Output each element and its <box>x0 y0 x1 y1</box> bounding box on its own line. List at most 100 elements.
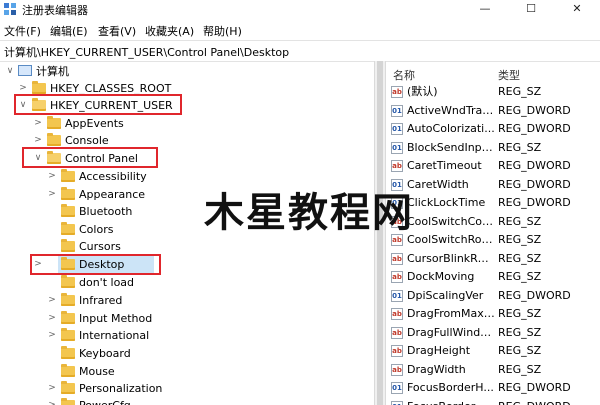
folder-icon <box>61 311 75 324</box>
table-row[interactable]: ab DragWidth REG_SZ <box>385 361 600 379</box>
column-header-name[interactable]: 名称 <box>393 67 415 83</box>
address-bar[interactable]: 计算机\HKEY_CURRENT_USER\Control Panel\Desk… <box>0 40 600 62</box>
folder-icon <box>61 187 75 200</box>
menu-edit[interactable]: 编辑(E) <box>50 23 88 39</box>
value-type: REG_SZ <box>498 85 542 98</box>
value-type: REG_SZ <box>498 270 542 283</box>
table-row[interactable]: 01 ActiveWndTrac... REG_DWORD <box>385 102 600 120</box>
table-row[interactable]: 01 ClickLockTime REG_DWORD <box>385 194 600 212</box>
table-row[interactable]: ab CursorBlinkRate REG_SZ <box>385 250 600 268</box>
string-value-icon: ab <box>391 252 403 265</box>
maximize-button[interactable]: ☐ <box>508 0 554 18</box>
menu-favorites[interactable]: 收藏夹(A) <box>145 23 194 39</box>
tree-item-appevents[interactable]: > AppEvents <box>0 115 374 132</box>
tree-item-label: International <box>79 329 150 342</box>
folder-icon <box>61 204 75 217</box>
window-title: 注册表编辑器 <box>22 4 88 17</box>
folder-icon <box>61 293 75 306</box>
menu-bar: 文件(F) 编辑(E) 查看(V) 收藏夹(A) 帮助(H) <box>0 20 600 38</box>
expand-arrow-icon[interactable]: > <box>47 380 57 397</box>
expand-arrow-icon[interactable]: > <box>47 186 57 203</box>
table-row[interactable]: 01 AutoColorizati... REG_DWORD <box>385 120 600 138</box>
tree-item-label: Bluetooth <box>79 205 133 218</box>
tree-item-computer[interactable]: ∨ 计算机 <box>0 63 374 80</box>
menu-help[interactable]: 帮助(H) <box>203 23 242 39</box>
table-row[interactable]: ab DragFromMaxi... REG_SZ <box>385 305 600 323</box>
binary-value-icon: 01 <box>391 289 403 302</box>
expand-arrow-icon[interactable]: > <box>47 310 57 327</box>
binary-value-icon: 01 <box>391 141 403 154</box>
collapse-arrow-icon[interactable]: ∨ <box>5 63 15 80</box>
expand-arrow-icon[interactable]: > <box>47 397 57 405</box>
tree-item-infrared[interactable]: > Infrared <box>0 292 374 309</box>
tree-item-powercfg[interactable]: > PowerCfg <box>0 397 374 405</box>
table-row[interactable]: ab CaretTimeout REG_DWORD <box>385 157 600 175</box>
tree-item-label: Colors <box>79 223 114 236</box>
value-type: REG_SZ <box>498 251 542 265</box>
table-row[interactable]: ab (默认) REG_SZ <box>385 83 600 101</box>
folder-icon <box>32 81 46 94</box>
title-bar: 注册表编辑器 — ☐ ✕ <box>0 0 600 18</box>
string-value-icon: ab <box>391 271 403 283</box>
tree-item-keyboard[interactable]: Keyboard <box>0 345 374 362</box>
folder-icon <box>61 328 75 341</box>
value-name: (默认) <box>407 85 438 98</box>
folder-icon <box>61 364 75 377</box>
tree-item-input-method[interactable]: > Input Method <box>0 310 374 327</box>
value-type: REG_DWORD <box>498 288 571 302</box>
folder-icon <box>47 133 61 146</box>
highlight-box-hkey-current-user <box>14 94 182 115</box>
value-type: REG_DWORD <box>498 381 571 394</box>
table-row[interactable]: ab CoolSwitchCol... REG_SZ <box>385 213 600 231</box>
table-row[interactable]: ab DockMoving REG_SZ <box>385 268 600 286</box>
expand-arrow-icon[interactable]: > <box>47 327 57 344</box>
table-row[interactable]: ab DragHeight REG_SZ <box>385 342 600 360</box>
tree-item-label: Cursors <box>79 240 121 253</box>
table-row[interactable]: ab CoolSwitchRows REG_SZ <box>385 231 600 249</box>
address-path[interactable]: 计算机\HKEY_CURRENT_USER\Control Panel\Desk… <box>4 44 289 60</box>
value-name: DragWidth <box>407 362 466 376</box>
close-button[interactable]: ✕ <box>554 0 600 18</box>
value-name: DockMoving <box>407 270 475 283</box>
string-value-icon: ab <box>391 345 403 357</box>
table-row[interactable]: ab DragFullWindo... REG_SZ <box>385 324 600 342</box>
value-name: FocusBorderW... <box>407 398 495 405</box>
menu-view[interactable]: 查看(V) <box>98 23 136 39</box>
value-name: CoolSwitchCol... <box>407 214 495 228</box>
expand-arrow-icon[interactable]: > <box>47 292 57 309</box>
tree-item-personalization[interactable]: > Personalization <box>0 380 374 397</box>
value-name: CaretTimeout <box>407 159 482 172</box>
value-name: AutoColorizati... <box>407 122 495 135</box>
tree-item-label: Keyboard <box>79 347 131 360</box>
folder-icon <box>61 222 75 235</box>
value-type: REG_DWORD <box>498 177 571 191</box>
value-type: REG_DWORD <box>498 103 571 117</box>
value-type: REG_DWORD <box>498 159 571 172</box>
value-name: CoolSwitchRows <box>407 233 495 246</box>
tree-item-mouse[interactable]: Mouse <box>0 363 374 380</box>
table-row[interactable]: 01 FocusBorderH... REG_DWORD <box>385 379 600 397</box>
tree-item-cursors[interactable]: Cursors <box>0 238 374 255</box>
expand-arrow-icon[interactable]: > <box>33 115 43 132</box>
tree-item-international[interactable]: > International <box>0 327 374 344</box>
value-name: DragHeight <box>407 344 471 357</box>
tree-item-label: don't load <box>79 276 135 289</box>
tree-item-label: Appearance <box>79 188 146 201</box>
value-type: REG_SZ <box>498 214 542 228</box>
tree-item-dont-load[interactable]: don't load <box>0 274 374 291</box>
value-type: REG_SZ <box>498 307 542 320</box>
value-type: REG_SZ <box>498 140 542 154</box>
tree-item-label: Infrared <box>79 294 123 307</box>
column-header-type[interactable]: 类型 <box>498 67 520 83</box>
table-row[interactable]: 01 BlockSendInpu... REG_SZ <box>385 139 600 157</box>
minimize-button[interactable]: — <box>462 0 508 18</box>
table-row[interactable]: 01 CaretWidth REG_DWORD <box>385 176 600 194</box>
value-type: REG_DWORD <box>498 122 571 135</box>
tree-item-label: PowerCfg <box>79 397 131 405</box>
menu-file[interactable]: 文件(F) <box>4 23 41 39</box>
string-value-icon: ab <box>391 308 403 320</box>
table-row[interactable]: 01 DpiScalingVer REG_DWORD <box>385 287 600 305</box>
expand-arrow-icon[interactable]: > <box>47 168 57 185</box>
table-row[interactable]: 01 FocusBorderW...REG_DWORD <box>385 398 600 405</box>
folder-icon <box>61 239 75 252</box>
